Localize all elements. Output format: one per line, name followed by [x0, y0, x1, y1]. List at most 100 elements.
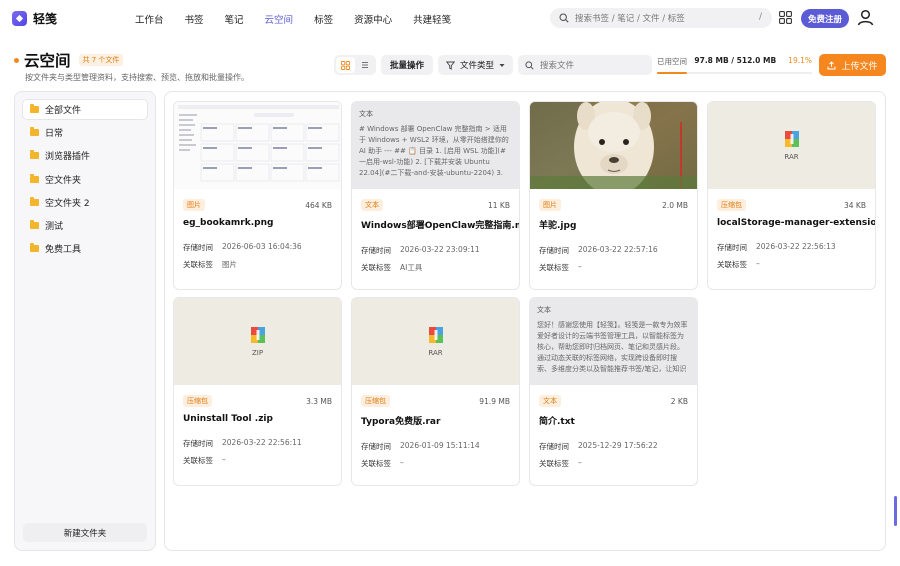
file-time-row: 存储时间 2026-01-09 15:11:14: [352, 441, 519, 452]
folder-icon: [30, 127, 39, 137]
file-tags-row: 关联标签 –: [530, 262, 697, 273]
file-card[interactable]: 图片 2.0 MB 羊驼.jpg 存储时间 2026-03-22 22:57:16…: [529, 101, 698, 290]
new-folder-button[interactable]: 新建文件夹: [23, 523, 147, 542]
text-thumbnail: 文本 # Windows 部署 OpenClaw 完整指南 > 适用于 Wind…: [352, 102, 519, 189]
sidebar-item-label: 免费工具: [45, 245, 82, 256]
sidebar-item-test[interactable]: 测试: [22, 215, 148, 236]
file-tags-row: 关联标签 图片: [174, 259, 341, 270]
file-name: Windows部署OpenClaw完整指南.md: [361, 221, 519, 231]
nav-links: 工作台 书签 笔记 云空间 标签 资源中心 共建轻笺: [135, 12, 472, 26]
image-thumbnail: [530, 102, 697, 189]
nav-link-cloud-space[interactable]: 云空间: [265, 12, 294, 26]
file-tags: –: [578, 262, 582, 271]
app-logo[interactable]: 轻笺: [12, 10, 57, 27]
nav-link-notes[interactable]: 笔记: [225, 12, 244, 26]
file-time: 2026-03-22 22:56:13: [756, 242, 836, 251]
file-time-row: 存储时间 2026-03-22 22:57:16: [530, 245, 697, 256]
file-card[interactable]: 文本 # Windows 部署 OpenClaw 完整指南 > 适用于 Wind…: [351, 101, 520, 290]
global-search-input[interactable]: 搜索书签 / 笔记 / 文件 / 标签 /: [550, 8, 772, 28]
archive-format-label: RAR: [784, 152, 799, 161]
global-search-placeholder: 搜索书签 / 笔记 / 文件 / 标签: [575, 14, 685, 24]
app-name: 轻笺: [33, 12, 58, 26]
upload-file-button[interactable]: 上传文件: [819, 54, 886, 76]
tags-label: 关联标签: [539, 263, 569, 272]
storage-value: 97.8 MB / 512.0 MB: [694, 56, 777, 65]
sidebar-item-browser-plugins[interactable]: 浏览器插件: [22, 145, 148, 166]
storage-progress-fill: [657, 72, 687, 74]
file-type-tag: 文本: [539, 395, 561, 407]
apps-grid-icon[interactable]: [779, 11, 792, 24]
list-view-button[interactable]: [355, 57, 374, 73]
storage-percent: 19.1%: [788, 56, 812, 65]
file-type-tag: 图片: [539, 199, 561, 211]
file-type-label: 文件类型: [459, 61, 494, 71]
file-tags-row: 关联标签 –: [352, 458, 519, 469]
page-subtitle: 按文件夹与类型管理资料，支持搜索、预览、拖放和批量操作。: [25, 73, 249, 82]
file-time: 2026-01-09 15:11:14: [400, 441, 480, 450]
time-label: 存储时间: [183, 243, 213, 252]
file-time: 2025-12-29 17:56:22: [578, 441, 658, 450]
tags-label: 关联标签: [361, 263, 391, 272]
file-card[interactable]: 图片 464 KB eg_bookamrk.png 存储时间 2026-06-03…: [173, 101, 342, 290]
file-tags-row: 关联标签 –: [174, 455, 341, 466]
archive-thumbnail: RAR: [352, 298, 519, 385]
page-header: 云空间 共 7 个文件: [14, 49, 124, 71]
folder-sidebar: 全部文件 日常 浏览器插件 空文件夹 空文件夹 2 测试 免费工具 新建文件夹: [14, 91, 156, 551]
file-tags: 图片: [222, 260, 237, 269]
sidebar-item-all-files[interactable]: 全部文件: [22, 99, 148, 120]
file-type-filter[interactable]: 文件类型: [438, 55, 513, 75]
file-time-row: 存储时间 2026-06-03 16:04:36: [174, 242, 341, 253]
file-size: 11 KB: [488, 200, 510, 210]
time-label: 存储时间: [183, 439, 213, 448]
sidebar-item-empty-folder-2[interactable]: 空文件夹 2: [22, 192, 148, 213]
title-dot: [14, 57, 19, 63]
file-search-input[interactable]: 搜索文件: [518, 55, 652, 75]
screenshot-preview: [174, 102, 341, 189]
file-card[interactable]: RAR 压缩包 34 KB localStorage-manager-exten…: [707, 101, 876, 290]
sidebar-item-daily[interactable]: 日常: [22, 122, 148, 143]
file-meta-row: 图片 2.0 MB: [530, 199, 697, 211]
file-card[interactable]: ZIP 压缩包 3.3 MB Uninstall Tool .zip 存储时间 2…: [173, 297, 342, 486]
upload-icon: [827, 60, 836, 69]
batch-actions-button[interactable]: 批量操作: [381, 55, 433, 75]
nav-link-bookmarks[interactable]: 书签: [185, 12, 204, 26]
file-time-row: 存储时间 2026-03-22 22:56:11: [174, 438, 341, 449]
signup-button[interactable]: 免费注册: [801, 9, 849, 28]
floating-scroll-indicator[interactable]: [894, 496, 897, 526]
search-icon: [559, 13, 569, 23]
nav-link-workbench[interactable]: 工作台: [135, 12, 164, 26]
file-tags: –: [578, 458, 582, 467]
filter-icon: [445, 61, 455, 70]
archive-format-label: ZIP: [251, 348, 264, 357]
file-card[interactable]: RAR 压缩包 91.9 MB Typora免费版.rar 存储时间 2026-0…: [351, 297, 520, 486]
nav-link-tags[interactable]: 标签: [314, 12, 333, 26]
upload-label: 上传文件: [841, 61, 878, 72]
logo-icon: [12, 11, 27, 26]
time-label: 存储时间: [539, 442, 569, 451]
sidebar-item-free-tools[interactable]: 免费工具: [22, 238, 148, 259]
archive-thumbnail: ZIP: [174, 298, 341, 385]
file-tags: –: [400, 458, 404, 467]
storage-progress-bar: [657, 72, 812, 74]
user-icon[interactable]: [857, 9, 874, 26]
file-meta-row: 图片 464 KB: [174, 199, 341, 211]
file-card[interactable]: 文本 您好！感谢您使用【轻笺】。轻笺是一款专为效率爱好者设计的云端书签管理工具，…: [529, 297, 698, 486]
grid-view-button[interactable]: [336, 57, 355, 73]
tags-label: 关联标签: [717, 260, 747, 269]
time-label: 存储时间: [361, 442, 391, 451]
archive-file-icon: [250, 326, 265, 343]
thumb-type-label: 文本: [537, 306, 551, 314]
sidebar-item-empty-folder[interactable]: 空文件夹: [22, 169, 148, 190]
file-tags-row: 关联标签 –: [530, 458, 697, 469]
file-name: eg_bookamrk.png: [183, 218, 274, 228]
file-size: 464 KB: [305, 200, 332, 210]
archive-file-icon: [784, 130, 799, 147]
file-tags-row: 关联标签 AI工具: [352, 262, 519, 273]
nav-link-cobuild[interactable]: 共建轻笺: [413, 12, 451, 26]
storage-label: 已用空间: [657, 57, 687, 66]
sidebar-item-label: 空文件夹 2: [45, 198, 90, 209]
file-time-row: 存储时间 2026-03-22 22:56:13: [708, 242, 875, 253]
file-time: 2026-06-03 16:04:36: [222, 242, 302, 251]
nav-link-resources[interactable]: 资源中心: [354, 12, 392, 26]
storage-usage: 已用空间 97.8 MB / 512.0 MB 19.1%: [657, 56, 812, 74]
